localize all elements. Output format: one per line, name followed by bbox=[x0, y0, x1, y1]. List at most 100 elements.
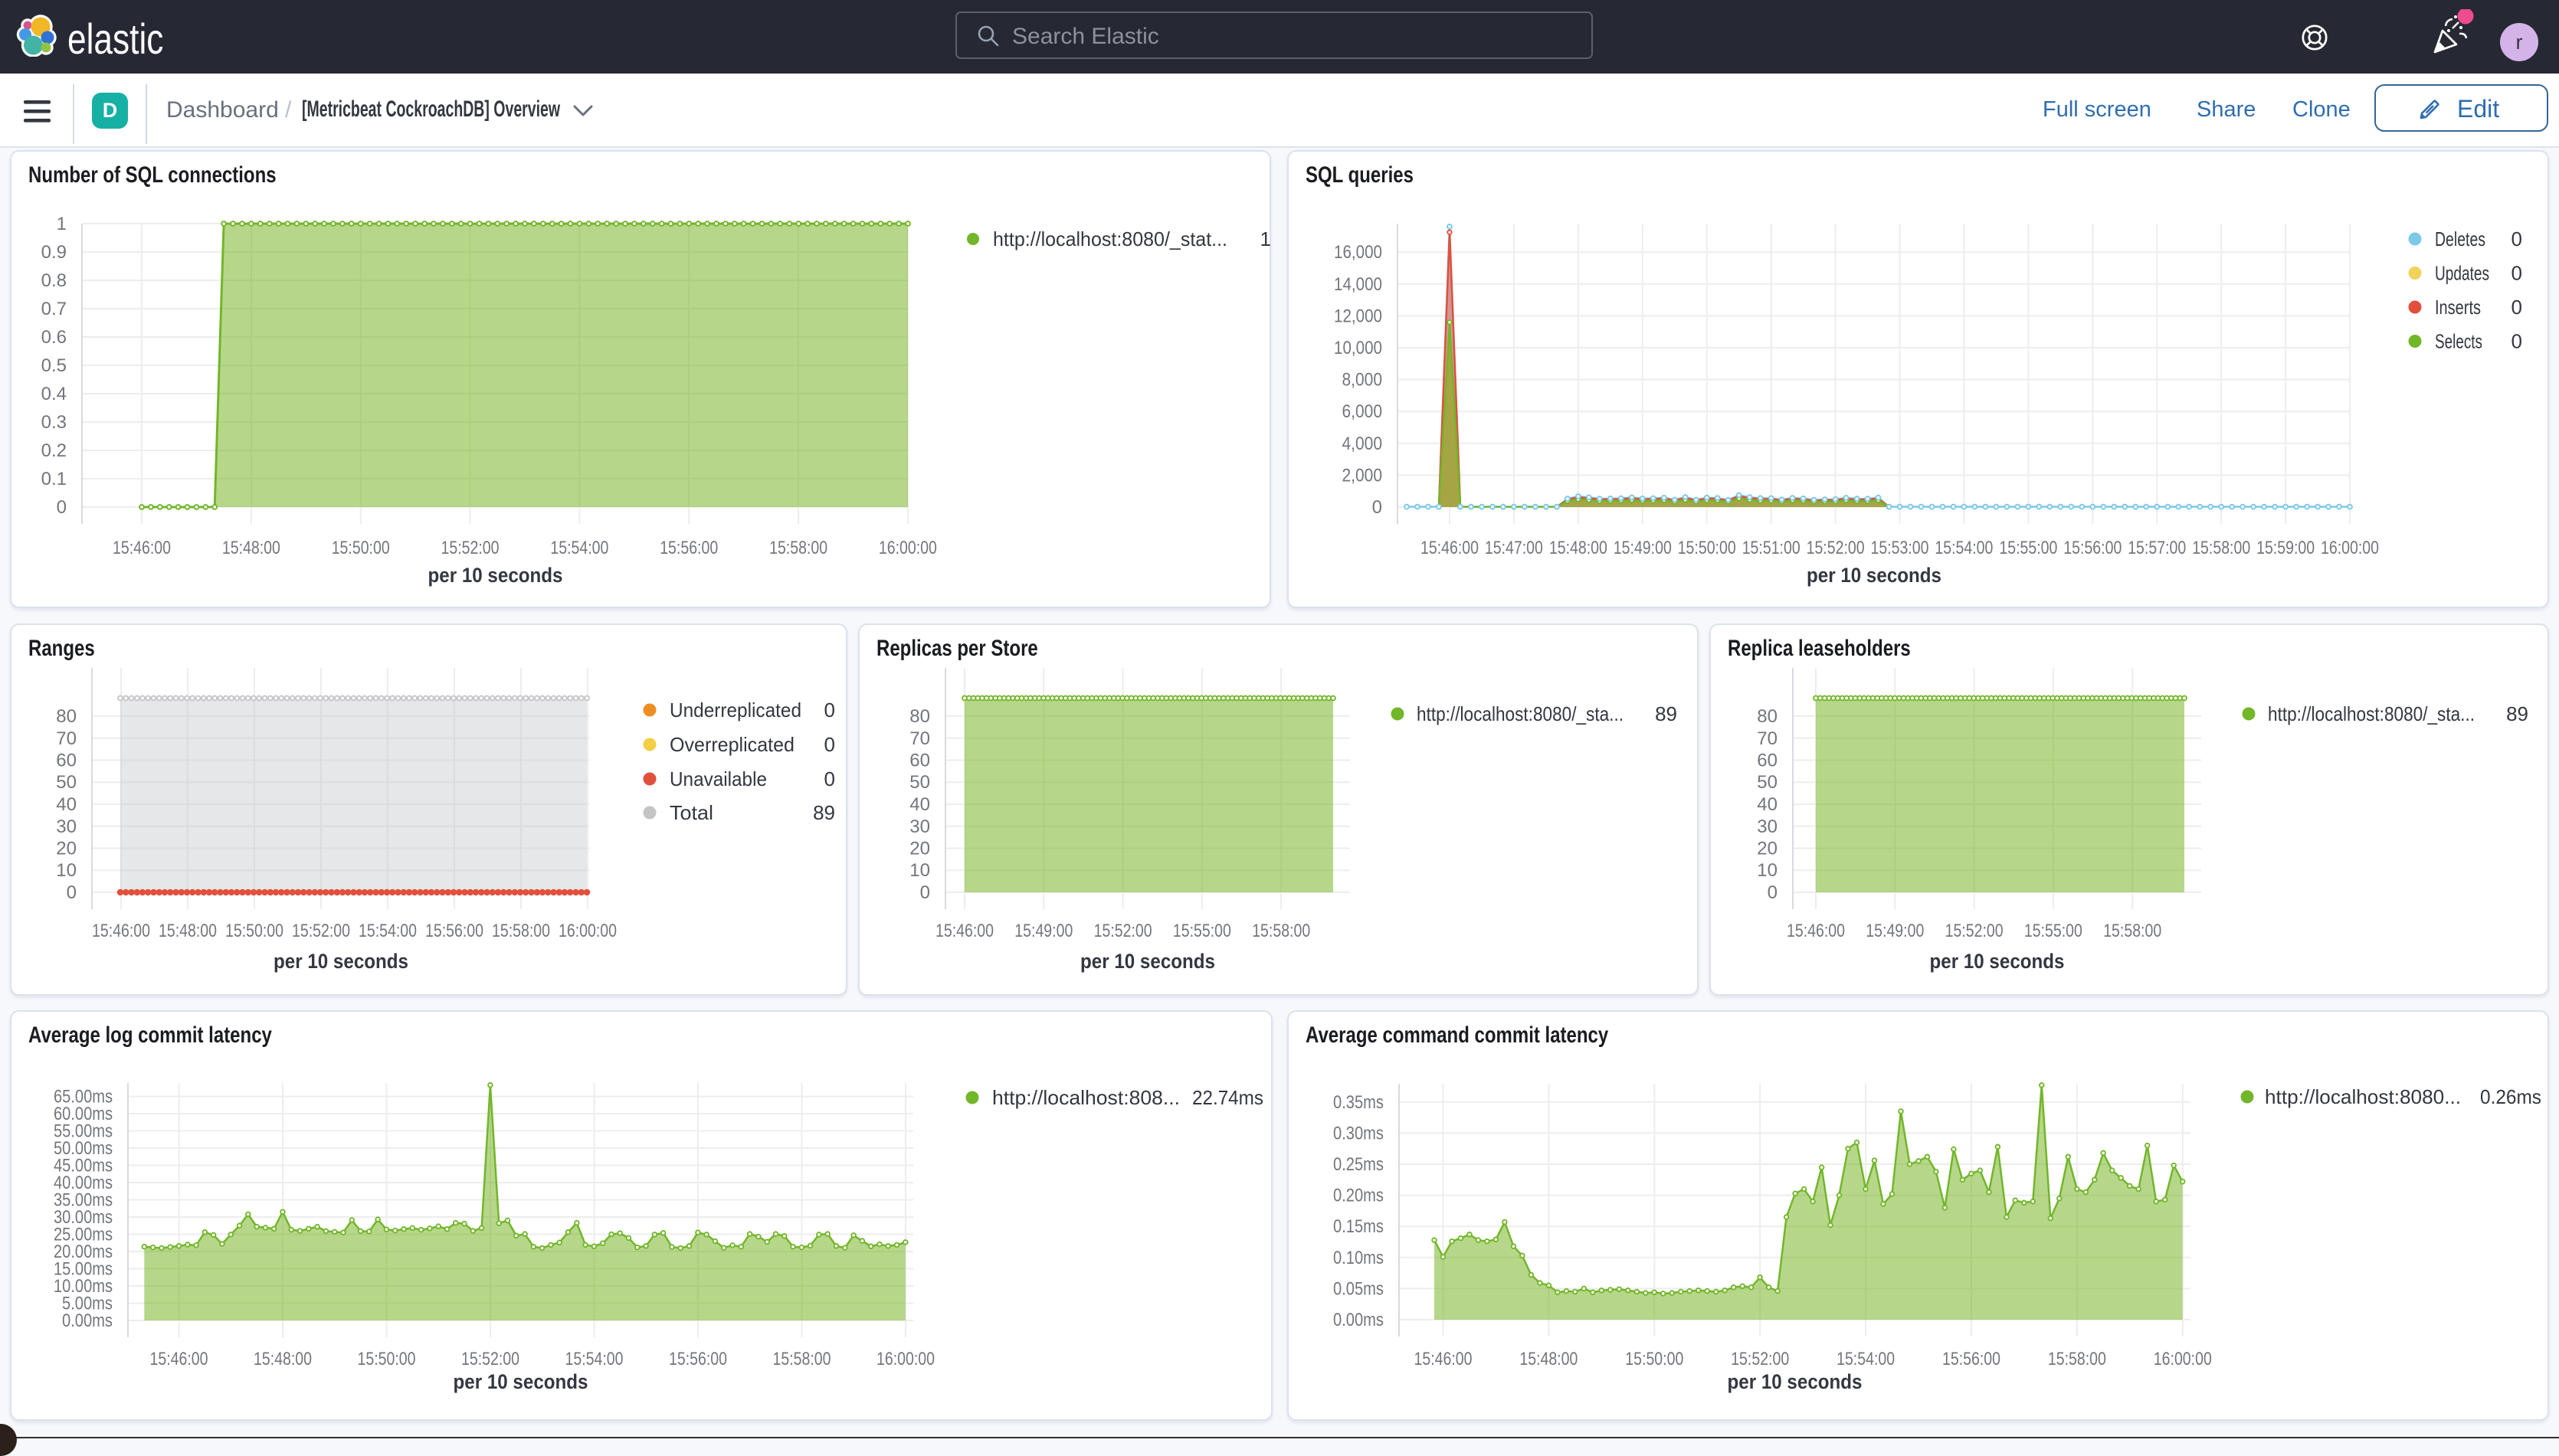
svg-text:15:50:00: 15:50:00 bbox=[1625, 1349, 1683, 1369]
svg-text:Total: Total bbox=[670, 801, 713, 824]
svg-text:15:58:00: 15:58:00 bbox=[2103, 921, 2161, 941]
svg-text:20: 20 bbox=[1757, 839, 1778, 859]
svg-text:15:52:00: 15:52:00 bbox=[1945, 921, 2004, 941]
svg-text:0.8: 0.8 bbox=[41, 270, 67, 291]
svg-text:15:56:00: 15:56:00 bbox=[660, 538, 718, 558]
svg-text:0.2: 0.2 bbox=[41, 440, 67, 461]
svg-text:0.10ms: 0.10ms bbox=[1333, 1248, 1384, 1268]
svg-text:0.20ms: 0.20ms bbox=[1333, 1186, 1384, 1206]
svg-text:Underreplicated: Underreplicated bbox=[670, 699, 801, 721]
svg-text:10: 10 bbox=[1757, 860, 1778, 881]
svg-text:15:46:00: 15:46:00 bbox=[92, 921, 150, 941]
svg-text:89: 89 bbox=[813, 801, 835, 824]
svg-text:Overreplicated: Overreplicated bbox=[670, 733, 795, 756]
svg-text:15:48:00: 15:48:00 bbox=[1519, 1349, 1578, 1369]
svg-text:6,000: 6,000 bbox=[1342, 401, 1383, 422]
svg-text:per 10 seconds: per 10 seconds bbox=[454, 1370, 588, 1393]
svg-text:22.74ms: 22.74ms bbox=[1192, 1086, 1263, 1109]
svg-text:0.00ms: 0.00ms bbox=[1333, 1310, 1384, 1330]
svg-text:0: 0 bbox=[1372, 497, 1382, 518]
svg-text:0.30ms: 0.30ms bbox=[1333, 1123, 1384, 1144]
svg-text:per 10 seconds: per 10 seconds bbox=[1728, 1370, 1863, 1393]
svg-text:Selects: Selects bbox=[2435, 330, 2482, 353]
svg-text:15:48:00: 15:48:00 bbox=[222, 538, 280, 558]
svg-text:40: 40 bbox=[1757, 794, 1778, 815]
svg-text:15:52:00: 15:52:00 bbox=[1731, 1349, 1789, 1369]
svg-text:1: 1 bbox=[1260, 227, 1271, 250]
svg-text:15:56:00: 15:56:00 bbox=[669, 1349, 727, 1369]
svg-text:15:46:00: 15:46:00 bbox=[113, 538, 171, 558]
svg-text:30: 30 bbox=[56, 816, 77, 837]
svg-text:15:54:00: 15:54:00 bbox=[1935, 538, 1993, 558]
svg-text:0: 0 bbox=[920, 882, 930, 903]
svg-text:0.26ms: 0.26ms bbox=[2480, 1085, 2541, 1108]
svg-text:15:52:00: 15:52:00 bbox=[1807, 538, 1865, 558]
svg-text:50: 50 bbox=[909, 772, 930, 793]
svg-text:80: 80 bbox=[56, 706, 77, 727]
svg-text:15:56:00: 15:56:00 bbox=[1942, 1349, 2000, 1369]
svg-text:16,000: 16,000 bbox=[1334, 242, 1382, 263]
svg-text:15:55:00: 15:55:00 bbox=[2024, 921, 2082, 941]
svg-text:15:54:00: 15:54:00 bbox=[1837, 1349, 1895, 1369]
svg-text:15:53:00: 15:53:00 bbox=[1871, 538, 1929, 558]
svg-text:0.25ms: 0.25ms bbox=[1333, 1154, 1384, 1175]
svg-text:per 10 seconds: per 10 seconds bbox=[1807, 564, 1941, 587]
svg-text:12,000: 12,000 bbox=[1334, 306, 1382, 326]
svg-text:15:50:00: 15:50:00 bbox=[332, 538, 390, 558]
svg-text:15:49:00: 15:49:00 bbox=[1014, 921, 1073, 941]
svg-text:0.1: 0.1 bbox=[41, 469, 67, 489]
svg-text:15:50:00: 15:50:00 bbox=[1678, 538, 1736, 558]
svg-text:70: 70 bbox=[909, 728, 930, 749]
svg-text:http://localhost:8080/_sta...: http://localhost:8080/_sta... bbox=[1417, 702, 1624, 725]
svg-text:15:50:00: 15:50:00 bbox=[358, 1349, 416, 1369]
svg-text:0.05ms: 0.05ms bbox=[1333, 1278, 1384, 1299]
svg-text:15:52:00: 15:52:00 bbox=[292, 921, 350, 941]
svg-text:15:58:00: 15:58:00 bbox=[2192, 538, 2250, 558]
svg-text:80: 80 bbox=[909, 706, 930, 727]
svg-text:30: 30 bbox=[909, 816, 930, 837]
svg-text:Inserts: Inserts bbox=[2435, 296, 2481, 319]
svg-text:15:58:00: 15:58:00 bbox=[769, 538, 827, 558]
svg-text:15:46:00: 15:46:00 bbox=[1414, 1349, 1473, 1369]
svg-text:15:49:00: 15:49:00 bbox=[1866, 921, 1924, 941]
svg-text:0: 0 bbox=[2511, 296, 2522, 319]
svg-text:15:58:00: 15:58:00 bbox=[492, 921, 550, 941]
svg-text:http://localhost:8080/_stat...: http://localhost:8080/_stat... bbox=[993, 227, 1227, 250]
svg-text:40: 40 bbox=[909, 794, 930, 815]
svg-text:0.35ms: 0.35ms bbox=[1333, 1092, 1384, 1113]
svg-text:0: 0 bbox=[2511, 262, 2522, 285]
svg-text:16:00:00: 16:00:00 bbox=[559, 921, 617, 941]
svg-text:15:56:00: 15:56:00 bbox=[425, 921, 483, 941]
svg-text:8,000: 8,000 bbox=[1342, 370, 1383, 391]
svg-text:50: 50 bbox=[1757, 772, 1778, 793]
svg-text:16:00:00: 16:00:00 bbox=[2321, 538, 2379, 558]
svg-text:16:00:00: 16:00:00 bbox=[2154, 1349, 2212, 1369]
svg-text:15:57:00: 15:57:00 bbox=[2128, 538, 2186, 558]
svg-text:Deletes: Deletes bbox=[2435, 227, 2485, 250]
svg-text:0.9: 0.9 bbox=[41, 242, 67, 263]
svg-text:65.00ms: 65.00ms bbox=[54, 1087, 113, 1108]
svg-text:0.6: 0.6 bbox=[41, 327, 67, 348]
svg-text:0: 0 bbox=[2511, 227, 2522, 250]
svg-text:80: 80 bbox=[1757, 706, 1778, 727]
svg-text:30: 30 bbox=[1757, 816, 1778, 837]
svg-text:14,000: 14,000 bbox=[1334, 274, 1382, 295]
svg-text:15:48:00: 15:48:00 bbox=[254, 1349, 312, 1369]
svg-text:70: 70 bbox=[1757, 728, 1778, 749]
svg-text:15:54:00: 15:54:00 bbox=[565, 1349, 624, 1369]
svg-text:15:46:00: 15:46:00 bbox=[1787, 921, 1845, 941]
svg-text:0: 0 bbox=[824, 767, 835, 790]
svg-text:60: 60 bbox=[1757, 751, 1778, 771]
svg-text:16:00:00: 16:00:00 bbox=[879, 538, 937, 558]
svg-text:0: 0 bbox=[824, 733, 835, 756]
svg-text:2,000: 2,000 bbox=[1342, 465, 1383, 486]
svg-text:0: 0 bbox=[824, 699, 835, 721]
svg-text:0: 0 bbox=[67, 882, 77, 903]
svg-text:15:58:00: 15:58:00 bbox=[773, 1349, 831, 1369]
svg-text:0.15ms: 0.15ms bbox=[1333, 1216, 1384, 1237]
svg-text:per 10 seconds: per 10 seconds bbox=[1080, 950, 1215, 973]
svg-text:89: 89 bbox=[2506, 702, 2528, 725]
svg-text:0: 0 bbox=[2511, 330, 2522, 353]
svg-text:15:52:00: 15:52:00 bbox=[1094, 921, 1152, 941]
svg-text:15:48:00: 15:48:00 bbox=[159, 921, 217, 941]
